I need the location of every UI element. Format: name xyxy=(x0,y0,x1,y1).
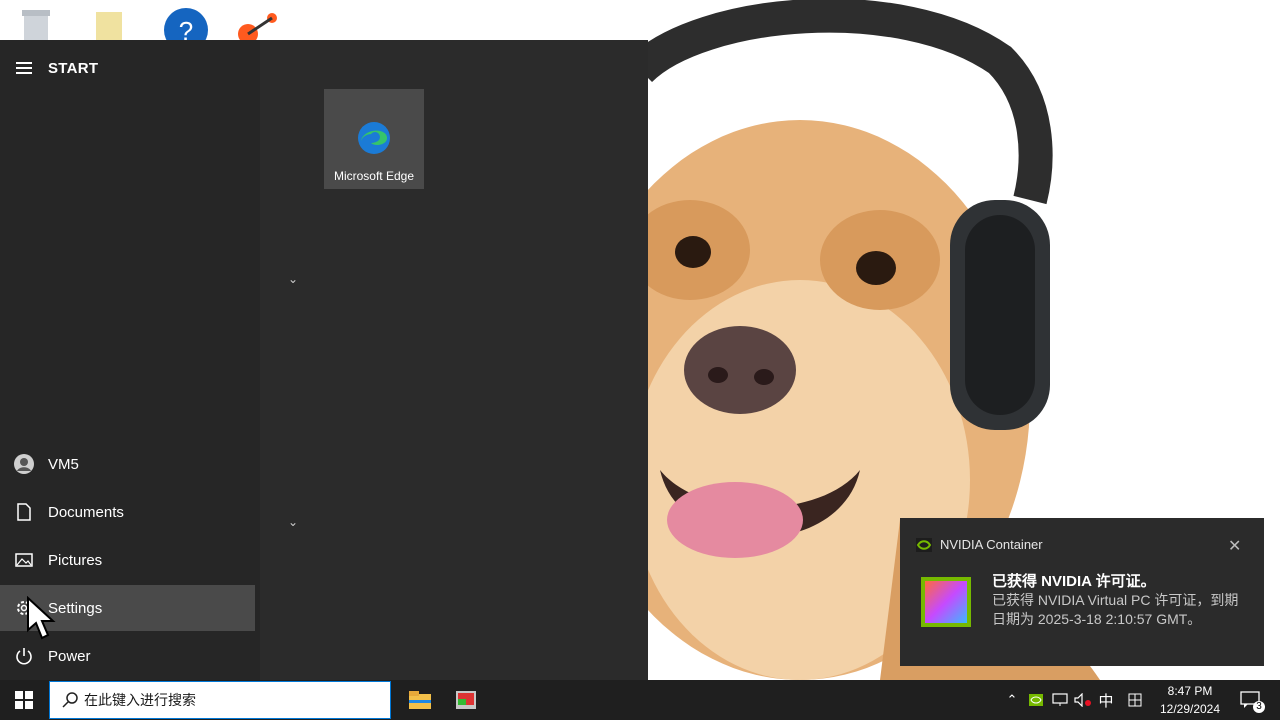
start-title: START xyxy=(48,59,99,77)
start-header: START xyxy=(0,40,260,96)
file-explorer-icon[interactable] xyxy=(400,680,440,720)
user-name: VM5 xyxy=(48,455,79,473)
app-pinned-icon[interactable] xyxy=(446,680,486,720)
folder-icon[interactable] xyxy=(90,6,134,42)
rail-pictures[interactable]: Pictures xyxy=(0,537,255,583)
chevron-down-icon[interactable]: ⌄ xyxy=(288,272,298,286)
notification-toast[interactable]: NVIDIA Container ✕ 已获得 NVIDIA 许可证。 已获得 N… xyxy=(900,518,1264,666)
chevron-down-icon[interactable]: ⌄ xyxy=(288,515,298,529)
clock-time: 8:47 PM xyxy=(1167,684,1213,698)
pictures-icon xyxy=(0,553,48,567)
mouse-cursor-icon xyxy=(27,596,56,640)
network-icon[interactable] xyxy=(1050,680,1070,720)
nvidia-logo-icon xyxy=(916,538,932,552)
toast-title: 已获得 NVIDIA 许可证。 xyxy=(992,573,1156,590)
tile-label: Microsoft Edge xyxy=(333,169,415,183)
notification-count-badge: 3 xyxy=(1253,701,1265,713)
edge-icon xyxy=(358,122,390,154)
document-icon xyxy=(0,503,48,521)
pictures-label: Pictures xyxy=(48,551,103,569)
system-clock[interactable]: 8:47 PM 12/29/2024 xyxy=(1150,682,1230,718)
help-icon[interactable]: ? xyxy=(164,6,208,52)
network-app-icon[interactable] xyxy=(236,6,280,44)
user-avatar-icon xyxy=(0,454,48,474)
start-rail: START VM5 Documents Pictures Settings Po… xyxy=(0,40,260,680)
search-icon xyxy=(62,692,78,708)
close-icon[interactable]: ✕ xyxy=(1228,536,1241,556)
toast-body: 已获得 NVIDIA Virtual PC 许可证，到期日期为 2025-3-1… xyxy=(992,592,1239,627)
documents-label: Documents xyxy=(48,503,124,521)
recycle-bin-icon[interactable] xyxy=(14,6,58,42)
rail-documents[interactable]: Documents xyxy=(0,489,255,535)
ime-mode-icon[interactable] xyxy=(1124,680,1146,720)
search-placeholder: 在此键入进行搜索 xyxy=(84,692,196,708)
rail-user[interactable]: VM5 xyxy=(0,441,255,487)
action-center-icon[interactable]: 3 xyxy=(1236,680,1266,720)
ime-language-indicator[interactable]: 中 xyxy=(1096,680,1116,720)
show-hidden-icons-chevron-up-icon[interactable]: ⌃ xyxy=(1002,680,1022,720)
clock-date: 12/29/2024 xyxy=(1159,702,1221,716)
start-menu: START VM5 Documents Pictures Settings Po… xyxy=(0,40,648,680)
nvidia-tray-icon[interactable] xyxy=(1026,680,1046,720)
windows-start-icon[interactable] xyxy=(0,680,48,720)
taskbar: 在此键入进行搜索 ⌃ 中 8:47 PM 12/29/2024 3 xyxy=(0,680,1280,720)
volume-muted-icon[interactable] xyxy=(1072,680,1094,720)
power-label: Power xyxy=(48,647,91,665)
svg-text:?: ? xyxy=(179,16,193,42)
nvidia-chip-icon xyxy=(921,577,971,627)
hamburger-menu-icon[interactable] xyxy=(0,40,48,96)
tile-microsoft-edge[interactable]: Microsoft Edge xyxy=(324,89,424,189)
taskbar-search[interactable]: 在此键入进行搜索 xyxy=(49,681,391,719)
power-icon xyxy=(0,647,48,665)
toast-app-name: NVIDIA Container xyxy=(940,537,1043,552)
